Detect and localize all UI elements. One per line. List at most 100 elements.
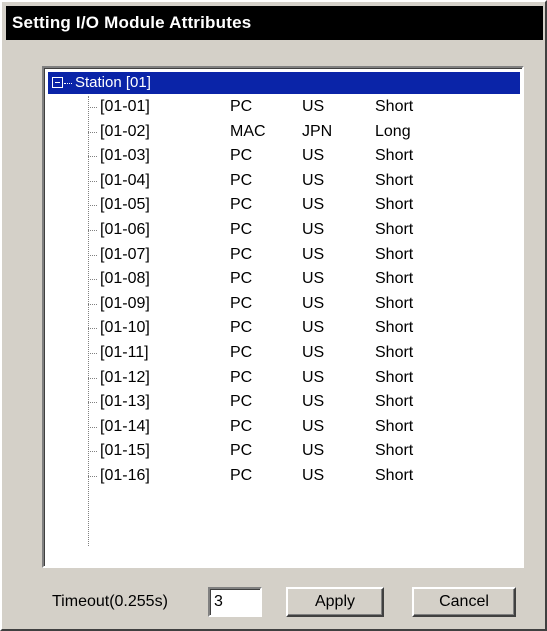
module-platform: PC	[230, 319, 253, 337]
tree-item-module[interactable]: [01-10] PC US Short	[44, 316, 516, 340]
module-id: [01-08]	[100, 270, 150, 288]
module-platform: PC	[230, 417, 253, 435]
tree-item-module[interactable]: [01-06] PC US Short	[44, 218, 516, 242]
tree-connector	[64, 83, 72, 84]
module-length: Short	[375, 417, 414, 435]
timeout-input[interactable]	[208, 587, 262, 617]
module-length: Short	[375, 270, 414, 288]
module-length: Short	[375, 221, 414, 238]
module-region: US	[302, 221, 325, 238]
tree-connector	[88, 230, 97, 231]
module-id: [01-11]	[100, 344, 149, 361]
module-length: Short	[375, 442, 414, 460]
module-region: US	[302, 294, 325, 312]
apply-button[interactable]: Apply	[286, 587, 384, 617]
module-region: US	[302, 319, 325, 337]
module-region: US	[302, 196, 325, 214]
tree-connector	[88, 180, 97, 182]
tree-item-module[interactable]: [01-16] PC US Short	[44, 464, 516, 488]
module-id: [01-14]	[100, 417, 150, 435]
tree-item-module[interactable]: [01-14] PC US Short	[44, 415, 516, 439]
tree-item-module[interactable]: [01-11] PC US Short	[44, 341, 516, 365]
collapse-minus-icon[interactable]	[52, 77, 63, 88]
tree-connector	[88, 131, 97, 133]
module-region: US	[302, 147, 325, 165]
module-length: Short	[375, 196, 414, 214]
module-region: US	[302, 270, 325, 288]
module-length: Short	[375, 368, 414, 386]
tree-item-module[interactable]: [01-07] PC US Short	[44, 243, 516, 267]
tree-root-station[interactable]: Station [01]	[48, 72, 520, 94]
tree-item-module[interactable]: [01-01] PC US Short	[44, 95, 516, 119]
module-platform: PC	[230, 294, 253, 312]
module-id: [01-13]	[100, 393, 150, 411]
tree-connector	[88, 377, 97, 379]
module-id: [01-07]	[100, 245, 150, 263]
module-region: US	[302, 344, 325, 361]
module-region: US	[302, 393, 325, 411]
module-id: [01-04]	[100, 171, 150, 189]
module-region: US	[302, 417, 325, 435]
tree-item-module[interactable]: [01-12] PC US Short	[44, 366, 516, 390]
module-platform: PC	[230, 393, 253, 411]
module-id: [01-01]	[100, 98, 150, 115]
module-region: JPN	[302, 122, 333, 140]
module-region: US	[302, 467, 325, 484]
module-length: Short	[375, 245, 414, 263]
tree-item-module[interactable]: [01-03] PC US Short	[44, 144, 516, 168]
tree-connector	[88, 353, 97, 354]
module-length: Short	[375, 147, 414, 165]
tree-connector	[88, 107, 97, 108]
tree-connector	[88, 328, 97, 330]
module-platform: PC	[230, 98, 253, 115]
timeout-label: Timeout(0.255s)	[52, 593, 168, 610]
module-id: [01-16]	[100, 467, 150, 484]
module-id: [01-10]	[100, 319, 150, 337]
tree-connector	[88, 303, 97, 305]
module-length: Short	[375, 393, 414, 411]
module-region: US	[302, 98, 325, 115]
module-region: US	[302, 368, 325, 386]
module-platform: PC	[230, 270, 253, 288]
module-region: US	[302, 442, 325, 460]
module-id: [01-15]	[100, 442, 150, 460]
module-length: Short	[375, 171, 414, 189]
tree-connector	[88, 476, 97, 477]
tree-connector	[88, 402, 97, 404]
module-platform: PC	[230, 467, 253, 484]
dialog-title: Setting I/O Module Attributes	[6, 6, 543, 40]
tree-item-module[interactable]: [01-02] MAC JPN Long	[44, 120, 516, 144]
module-length: Short	[375, 319, 414, 337]
module-id: [01-09]	[100, 294, 150, 312]
module-tree[interactable]: Station [01] [01-01] PC US Short [01-02] MAC J…	[42, 66, 524, 568]
module-length: Short	[375, 467, 414, 484]
tree-item-module[interactable]: [01-04] PC US Short	[44, 169, 516, 193]
tree-connector	[88, 156, 97, 158]
module-id: [01-02]	[100, 122, 150, 140]
tree-connector	[88, 205, 97, 207]
module-platform: PC	[230, 368, 253, 386]
module-platform: PC	[230, 442, 253, 460]
tree-item-module[interactable]: [01-13] PC US Short	[44, 390, 516, 414]
module-region: US	[302, 245, 325, 263]
module-length: Short	[375, 344, 414, 361]
module-platform: PC	[230, 221, 253, 238]
module-platform: PC	[230, 196, 253, 214]
tree-item-module[interactable]: [01-08] PC US Short	[44, 267, 516, 291]
station-label: Station [01]	[75, 74, 151, 91]
module-platform: PC	[230, 147, 253, 165]
tree-item-module[interactable]: [01-09] PC US Short	[44, 292, 516, 316]
module-id: [01-03]	[100, 147, 150, 165]
module-region: US	[302, 171, 325, 189]
module-platform: PC	[230, 245, 253, 263]
module-length: Short	[375, 98, 414, 115]
tree-item-module[interactable]: [01-15] PC US Short	[44, 439, 516, 463]
tree-connector	[88, 254, 97, 256]
module-platform: MAC	[230, 122, 266, 140]
tree-connector	[88, 451, 97, 453]
tree-item-module[interactable]: [01-05] PC US Short	[44, 193, 516, 217]
module-platform: PC	[230, 171, 253, 189]
tree-connector	[88, 426, 97, 428]
cancel-button[interactable]: Cancel	[412, 587, 516, 617]
module-id: [01-06]	[100, 221, 150, 238]
